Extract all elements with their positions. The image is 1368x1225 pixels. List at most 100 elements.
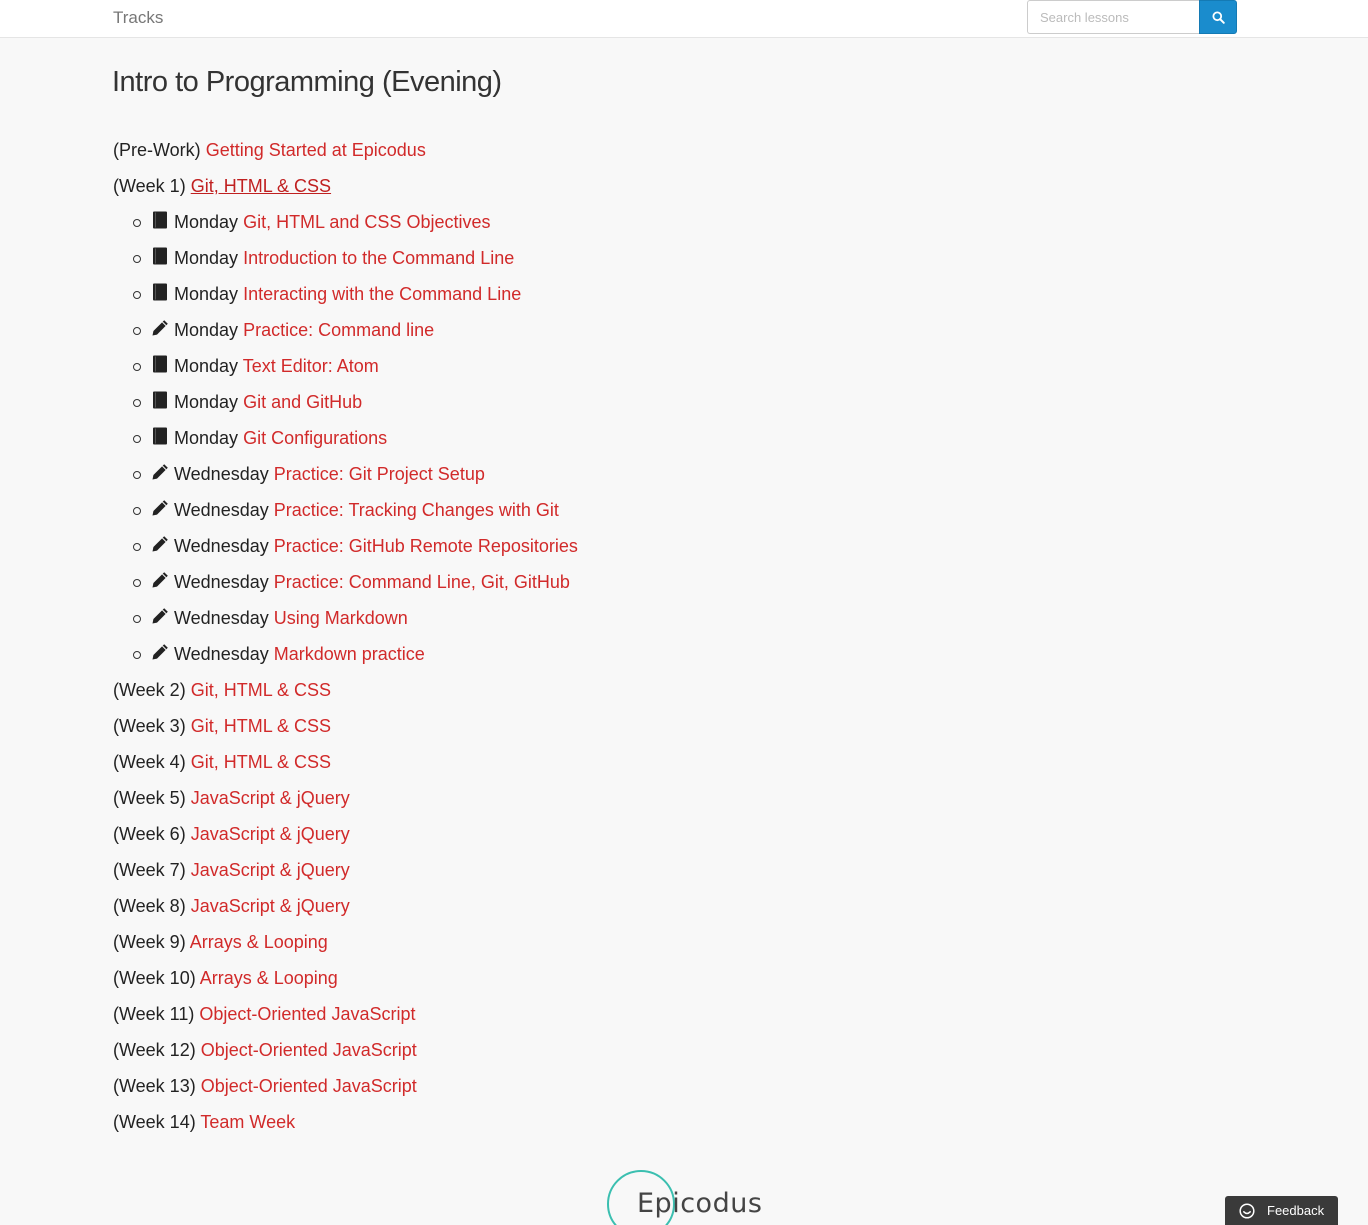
search-button[interactable] bbox=[1199, 0, 1237, 34]
week-link[interactable]: Git, HTML & CSS bbox=[191, 716, 331, 736]
lesson-day: Wednesday bbox=[174, 500, 269, 520]
week-link[interactable]: JavaScript & jQuery bbox=[191, 860, 350, 880]
lesson-day: Wednesday bbox=[174, 464, 269, 484]
week-prefix: (Week 4) bbox=[113, 752, 186, 772]
lesson-item: Monday Git and GitHub bbox=[113, 384, 578, 420]
week-link[interactable]: Git, HTML & CSS bbox=[191, 752, 331, 772]
lesson-link[interactable]: Markdown practice bbox=[274, 644, 425, 664]
lesson-day: Wednesday bbox=[174, 644, 269, 664]
epicodus-logo[interactable]: Epicodus bbox=[600, 1168, 770, 1225]
week-link[interactable]: Git, HTML & CSS bbox=[191, 176, 331, 196]
week-link[interactable]: Object-Oriented JavaScript bbox=[201, 1040, 417, 1060]
bullet-icon bbox=[133, 579, 141, 587]
lesson-day: Monday bbox=[174, 248, 239, 268]
week-link[interactable]: Arrays & Looping bbox=[200, 968, 338, 988]
book-icon bbox=[151, 205, 169, 229]
feedback-button[interactable]: Feedback bbox=[1225, 1196, 1338, 1225]
pencil-icon bbox=[151, 601, 169, 624]
week-header: (Week 10) Arrays & Looping bbox=[113, 960, 578, 996]
week-header: (Pre-Work) Getting Started at Epicodus bbox=[113, 132, 578, 168]
lesson-item: Monday Git, HTML and CSS Objectives bbox=[113, 204, 578, 240]
week-link[interactable]: Team Week bbox=[200, 1112, 295, 1132]
week-item: (Week 12) Object-Oriented JavaScript bbox=[113, 1032, 578, 1068]
lesson-day: Wednesday bbox=[174, 608, 269, 628]
bullet-icon bbox=[133, 507, 141, 515]
week-prefix: (Pre-Work) bbox=[113, 140, 201, 160]
lesson-link[interactable]: Git and GitHub bbox=[243, 392, 362, 412]
lesson-item: Wednesday Practice: GitHub Remote Reposi… bbox=[113, 528, 578, 564]
lesson-item: Monday Introduction to the Command Line bbox=[113, 240, 578, 276]
week-item: (Week 4) Git, HTML & CSS bbox=[113, 744, 578, 780]
search-form bbox=[1027, 0, 1237, 34]
lesson-link[interactable]: Practice: Tracking Changes with Git bbox=[274, 500, 559, 520]
week-prefix: (Week 1) bbox=[113, 176, 186, 196]
week-header: (Week 9) Arrays & Looping bbox=[113, 924, 578, 960]
bullet-icon bbox=[133, 471, 141, 479]
book-icon bbox=[151, 277, 169, 301]
book-icon bbox=[151, 241, 169, 265]
bullet-icon bbox=[133, 363, 141, 371]
lesson-item: Wednesday Practice: Git Project Setup bbox=[113, 456, 578, 492]
lesson-link[interactable]: Git Configurations bbox=[243, 428, 387, 448]
week-prefix: (Week 10) bbox=[113, 968, 196, 988]
bullet-icon bbox=[133, 651, 141, 659]
week-item: (Week 6) JavaScript & jQuery bbox=[113, 816, 578, 852]
week-link[interactable]: JavaScript & jQuery bbox=[191, 788, 350, 808]
lesson-list: Monday Git, HTML and CSS Objectives Monda… bbox=[113, 204, 578, 672]
week-item: (Week 11) Object-Oriented JavaScript bbox=[113, 996, 578, 1032]
lesson-link[interactable]: Git, HTML and CSS Objectives bbox=[243, 212, 490, 232]
week-prefix: (Week 6) bbox=[113, 824, 186, 844]
week-item: (Week 2) Git, HTML & CSS bbox=[113, 672, 578, 708]
week-item: (Week 7) JavaScript & jQuery bbox=[113, 852, 578, 888]
pencil-icon bbox=[151, 565, 169, 588]
week-link[interactable]: JavaScript & jQuery bbox=[191, 896, 350, 916]
lesson-day: Monday bbox=[174, 356, 239, 376]
search-input[interactable] bbox=[1027, 0, 1199, 34]
bullet-icon bbox=[133, 615, 141, 623]
bullet-icon bbox=[133, 255, 141, 263]
week-link[interactable]: Getting Started at Epicodus bbox=[206, 140, 426, 160]
week-prefix: (Week 2) bbox=[113, 680, 186, 700]
lesson-link[interactable]: Practice: Git Project Setup bbox=[274, 464, 485, 484]
lesson-link[interactable]: Practice: GitHub Remote Repositories bbox=[274, 536, 578, 556]
week-item: (Week 9) Arrays & Looping bbox=[113, 924, 578, 960]
lesson-link[interactable]: Introduction to the Command Line bbox=[243, 248, 514, 268]
week-header: (Week 12) Object-Oriented JavaScript bbox=[113, 1032, 578, 1068]
week-link[interactable]: Arrays & Looping bbox=[190, 932, 328, 952]
week-item: (Week 14) Team Week bbox=[113, 1104, 578, 1140]
lesson-item: Monday Interacting with the Command Line bbox=[113, 276, 578, 312]
lesson-link[interactable]: Practice: Command line bbox=[243, 320, 434, 340]
lesson-link[interactable]: Practice: Command Line, Git, GitHub bbox=[274, 572, 570, 592]
week-prefix: (Week 5) bbox=[113, 788, 186, 808]
lesson-day: Monday bbox=[174, 284, 239, 304]
lesson-link[interactable]: Interacting with the Command Line bbox=[243, 284, 521, 304]
week-link[interactable]: Object-Oriented JavaScript bbox=[201, 1076, 417, 1096]
bullet-icon bbox=[133, 399, 141, 407]
week-header: (Week 7) JavaScript & jQuery bbox=[113, 852, 578, 888]
week-prefix: (Week 13) bbox=[113, 1076, 196, 1096]
lesson-item: Monday Practice: Command line bbox=[113, 312, 578, 348]
week-header: (Week 1) Git, HTML & CSS bbox=[113, 168, 578, 204]
week-header: (Week 8) JavaScript & jQuery bbox=[113, 888, 578, 924]
week-item: (Week 3) Git, HTML & CSS bbox=[113, 708, 578, 744]
pencil-icon bbox=[151, 313, 169, 336]
course-week-list: (Pre-Work) Getting Started at Epicodus (W… bbox=[113, 132, 578, 1140]
lesson-link[interactable]: Text Editor: Atom bbox=[243, 356, 379, 376]
lesson-link[interactable]: Using Markdown bbox=[274, 608, 408, 628]
week-header: (Week 2) Git, HTML & CSS bbox=[113, 672, 578, 708]
week-header: (Week 4) Git, HTML & CSS bbox=[113, 744, 578, 780]
lesson-day: Monday bbox=[174, 392, 239, 412]
pencil-icon bbox=[151, 457, 169, 480]
week-header: (Week 13) Object-Oriented JavaScript bbox=[113, 1068, 578, 1104]
week-link[interactable]: Object-Oriented JavaScript bbox=[199, 1004, 415, 1024]
week-item: (Week 13) Object-Oriented JavaScript bbox=[113, 1068, 578, 1104]
pencil-icon bbox=[151, 637, 169, 660]
week-link[interactable]: Git, HTML & CSS bbox=[191, 680, 331, 700]
lesson-item: Wednesday Practice: Tracking Changes wit… bbox=[113, 492, 578, 528]
lesson-item: Monday Text Editor: Atom bbox=[113, 348, 578, 384]
nav-brand-tracks[interactable]: Tracks bbox=[113, 8, 163, 28]
book-icon bbox=[151, 349, 169, 373]
week-link[interactable]: JavaScript & jQuery bbox=[191, 824, 350, 844]
book-icon bbox=[151, 385, 169, 409]
page-title: Intro to Programming (Evening) bbox=[112, 66, 502, 98]
